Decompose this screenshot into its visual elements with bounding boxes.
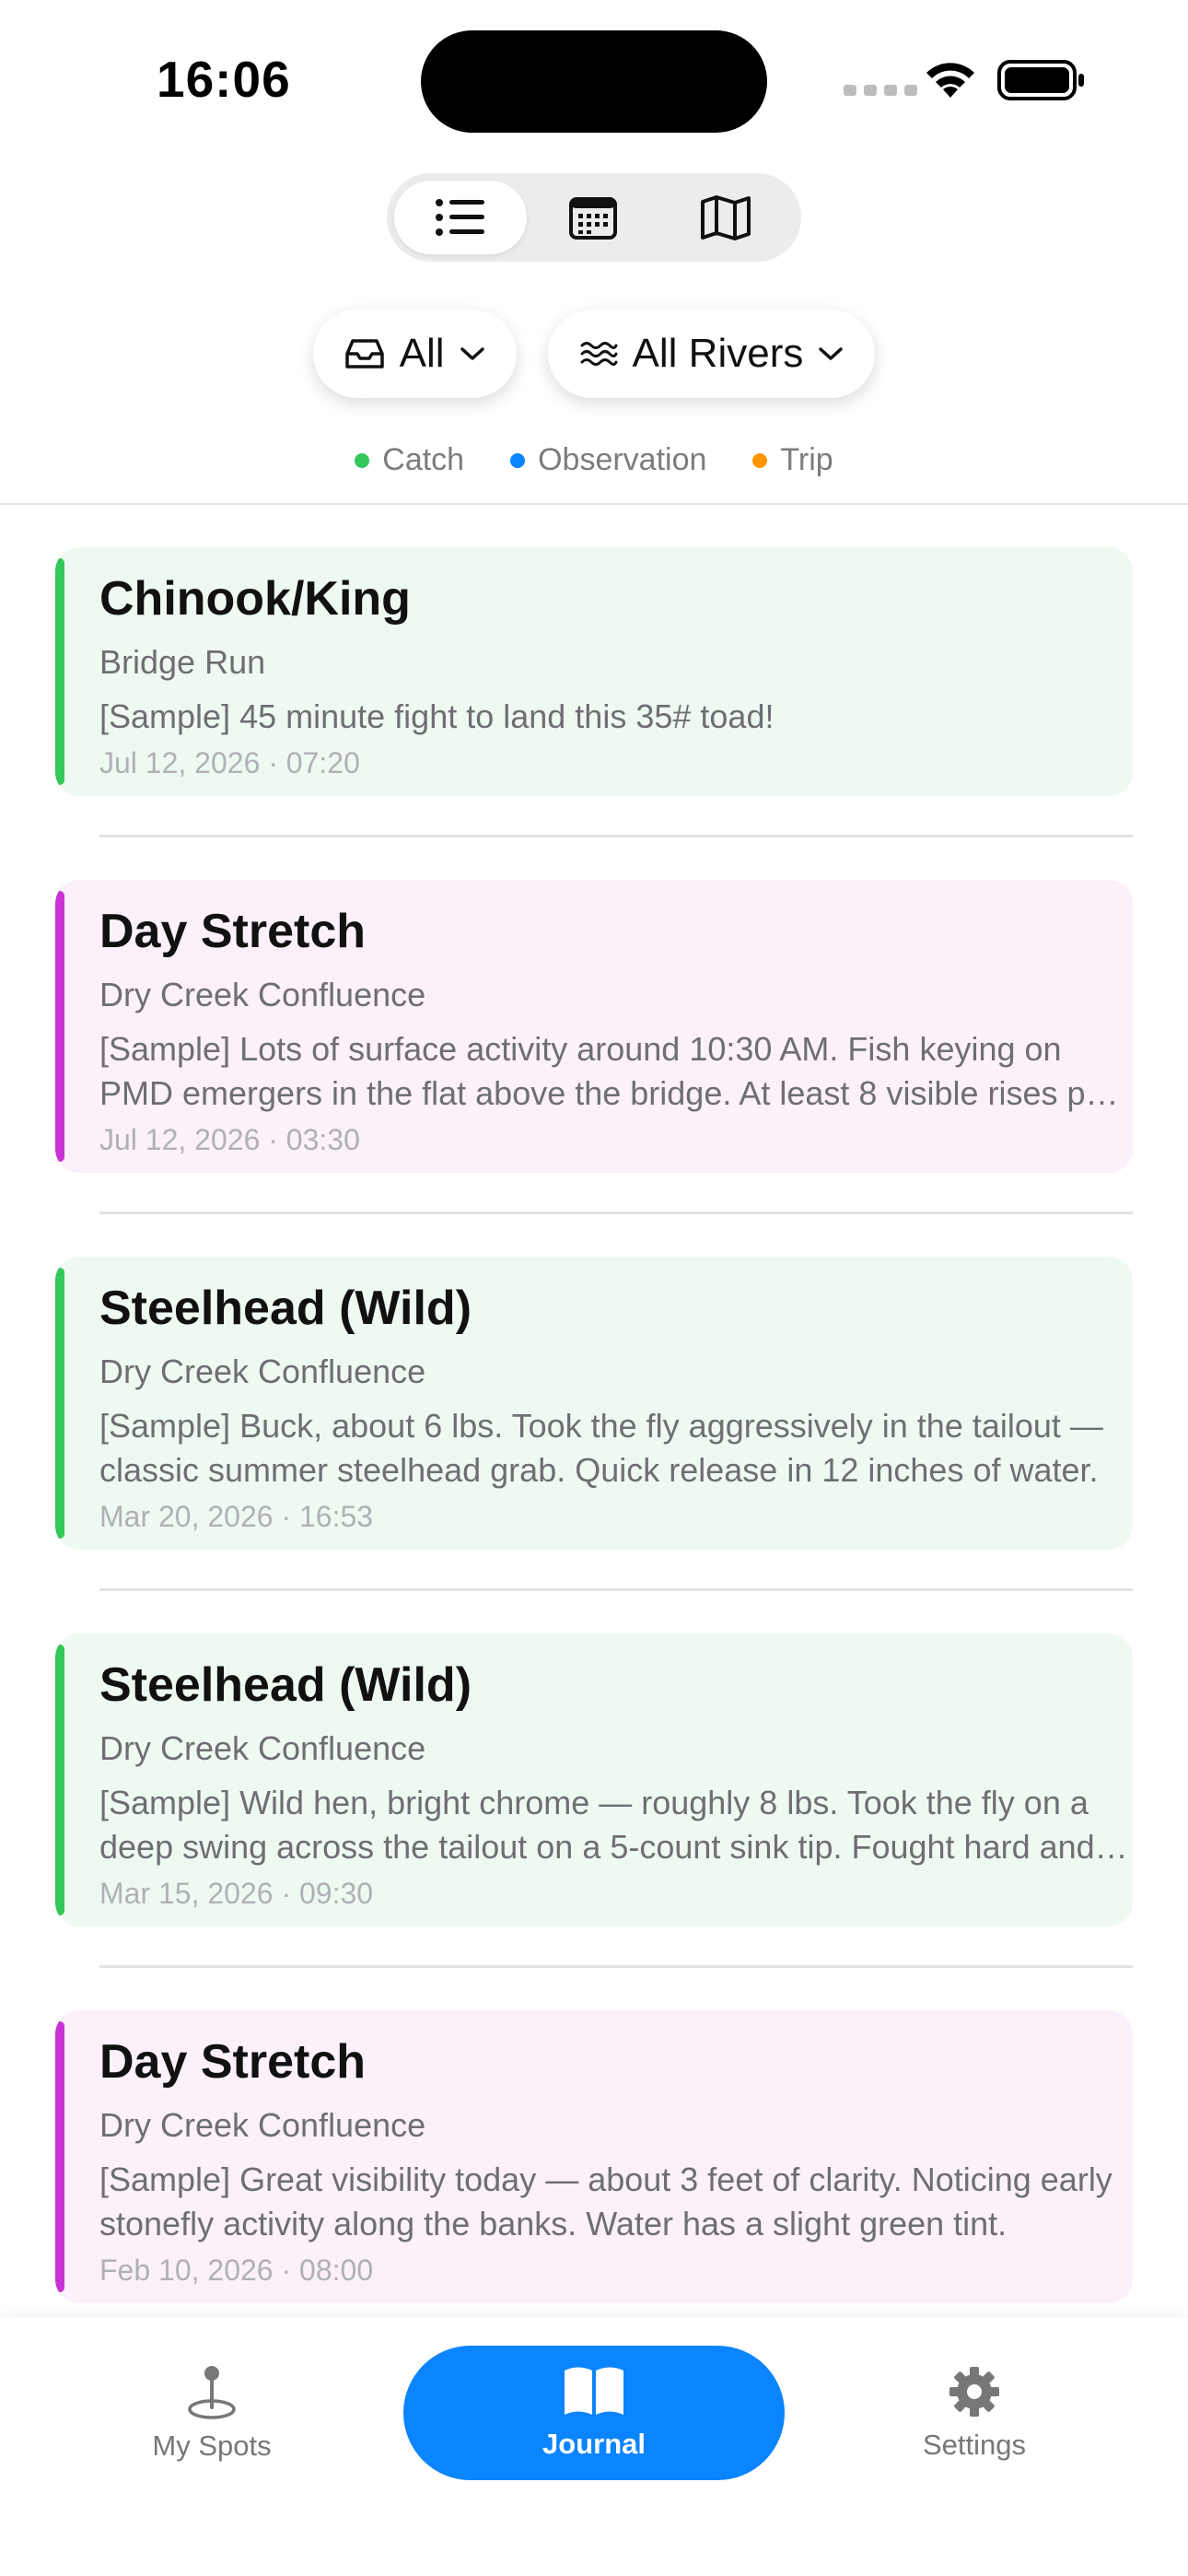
entry-timestamp: Mar 20, 2026 · 16:53	[99, 1500, 374, 1533]
river-filter[interactable]: All Rivers	[547, 310, 876, 398]
divider	[99, 1212, 1133, 1214]
cellular-signal-icon	[844, 85, 917, 96]
entry-timestamp: Jul 12, 2026 · 03:30	[99, 1123, 360, 1156]
legend-item-trip: Trip	[752, 442, 833, 478]
tab-journal[interactable]: Journal	[403, 2346, 785, 2480]
journal-entry-card[interactable]: Chinook/King Bridge Run [Sample] 45 minu…	[55, 547, 1133, 796]
view-switcher	[387, 173, 801, 262]
map-icon	[701, 195, 751, 240]
trip-dot	[752, 452, 768, 468]
divider	[0, 503, 1188, 505]
legend-label: Trip	[780, 442, 833, 477]
entry-location: Dry Creek Confluence	[99, 2106, 426, 2144]
legend-item-observation: Observation	[510, 442, 706, 478]
entry-accent-bar	[55, 1645, 64, 1915]
entry-note: [Sample] Great visibility today — about …	[99, 2160, 1112, 2242]
legend-label: Observation	[538, 442, 707, 477]
map-view-button[interactable]	[659, 181, 792, 254]
journal-entry-card[interactable]: Day Stretch Dry Creek Confluence [Sample…	[55, 880, 1133, 1173]
gear-icon	[949, 2367, 999, 2417]
tray-icon	[344, 339, 384, 369]
tab-settings[interactable]: Settings	[873, 2346, 1076, 2480]
chevron-down-icon	[819, 347, 844, 360]
entry-timestamp: Mar 15, 2026 · 09:30	[99, 1877, 374, 1910]
calendar-view-button[interactable]	[527, 181, 659, 254]
observation-dot	[510, 452, 526, 468]
entry-type-label: All	[399, 331, 445, 376]
list-view-button[interactable]	[394, 181, 527, 254]
entry-note: [Sample] Lots of surface activity around…	[99, 1030, 1115, 1112]
entry-title: Day Stretch	[99, 905, 366, 958]
wifi-icon	[926, 63, 974, 98]
entry-type-filter[interactable]: All	[312, 310, 517, 398]
entry-location: Bridge Run	[99, 643, 266, 681]
entry-timestamp: Feb 10, 2026 · 08:00	[99, 2254, 374, 2287]
river-filter-label: All Rivers	[632, 331, 804, 376]
entry-title: Day Stretch	[99, 2035, 366, 2089]
journal-entry-card[interactable]: Steelhead (Wild) Dry Creek Confluence [S…	[55, 1257, 1133, 1550]
divider	[99, 835, 1133, 837]
entry-location: Dry Creek Confluence	[99, 1729, 426, 1767]
entry-location: Dry Creek Confluence	[99, 1352, 426, 1390]
chevron-down-icon	[460, 347, 484, 360]
divider	[99, 1588, 1133, 1591]
calendar-icon	[569, 197, 617, 240]
entry-title: Steelhead (Wild)	[99, 1658, 472, 1712]
journal-entry-card[interactable]: Steelhead (Wild) Dry Creek Confluence [S…	[55, 1633, 1133, 1926]
entry-title: Chinook/King	[99, 572, 411, 626]
entry-accent-bar	[55, 891, 64, 1162]
dynamic-island	[421, 30, 767, 133]
entry-note: [Sample] Buck, about 6 lbs. Took the fly…	[99, 1407, 1103, 1489]
legend-item-catch: Catch	[355, 442, 464, 478]
entry-note: [Sample] Wild hen, bright chrome — rough…	[99, 1784, 1095, 1866]
legend-label: Catch	[382, 442, 465, 477]
tab-label: Settings	[922, 2429, 1026, 2461]
journal-entry-card[interactable]: Day Stretch Dry Creek Confluence [Sample…	[55, 2010, 1133, 2303]
pin-icon	[188, 2366, 236, 2419]
list-icon	[436, 199, 484, 236]
entry-title: Steelhead (Wild)	[99, 1282, 472, 1335]
journal-screen: 16:06 All All Rivers Catch Observation T…	[0, 0, 1188, 2576]
filter-row: All All Rivers	[0, 310, 1188, 398]
tab-bar: My Spots Journal Settings	[0, 2318, 1188, 2576]
battery-icon	[997, 60, 1084, 100]
catch-dot	[355, 452, 370, 468]
book-icon	[565, 2367, 623, 2415]
water-waves-icon	[580, 342, 618, 366]
entry-legend: Catch Observation Trip	[0, 442, 1188, 478]
status-time: 16:06	[157, 51, 291, 108]
entry-location: Dry Creek Confluence	[99, 976, 426, 1013]
entry-accent-bar	[55, 1268, 64, 1539]
divider	[99, 1965, 1133, 1968]
tab-label: Journal	[542, 2428, 646, 2460]
entry-accent-bar	[55, 558, 64, 785]
entry-accent-bar	[55, 2021, 64, 2292]
entry-note: [Sample] 45 minute fight to land this 35…	[99, 697, 775, 735]
tab-my-spots[interactable]: My Spots	[111, 2346, 313, 2480]
entry-timestamp: Jul 12, 2026 · 07:20	[99, 746, 360, 779]
tab-label: My Spots	[152, 2430, 272, 2462]
